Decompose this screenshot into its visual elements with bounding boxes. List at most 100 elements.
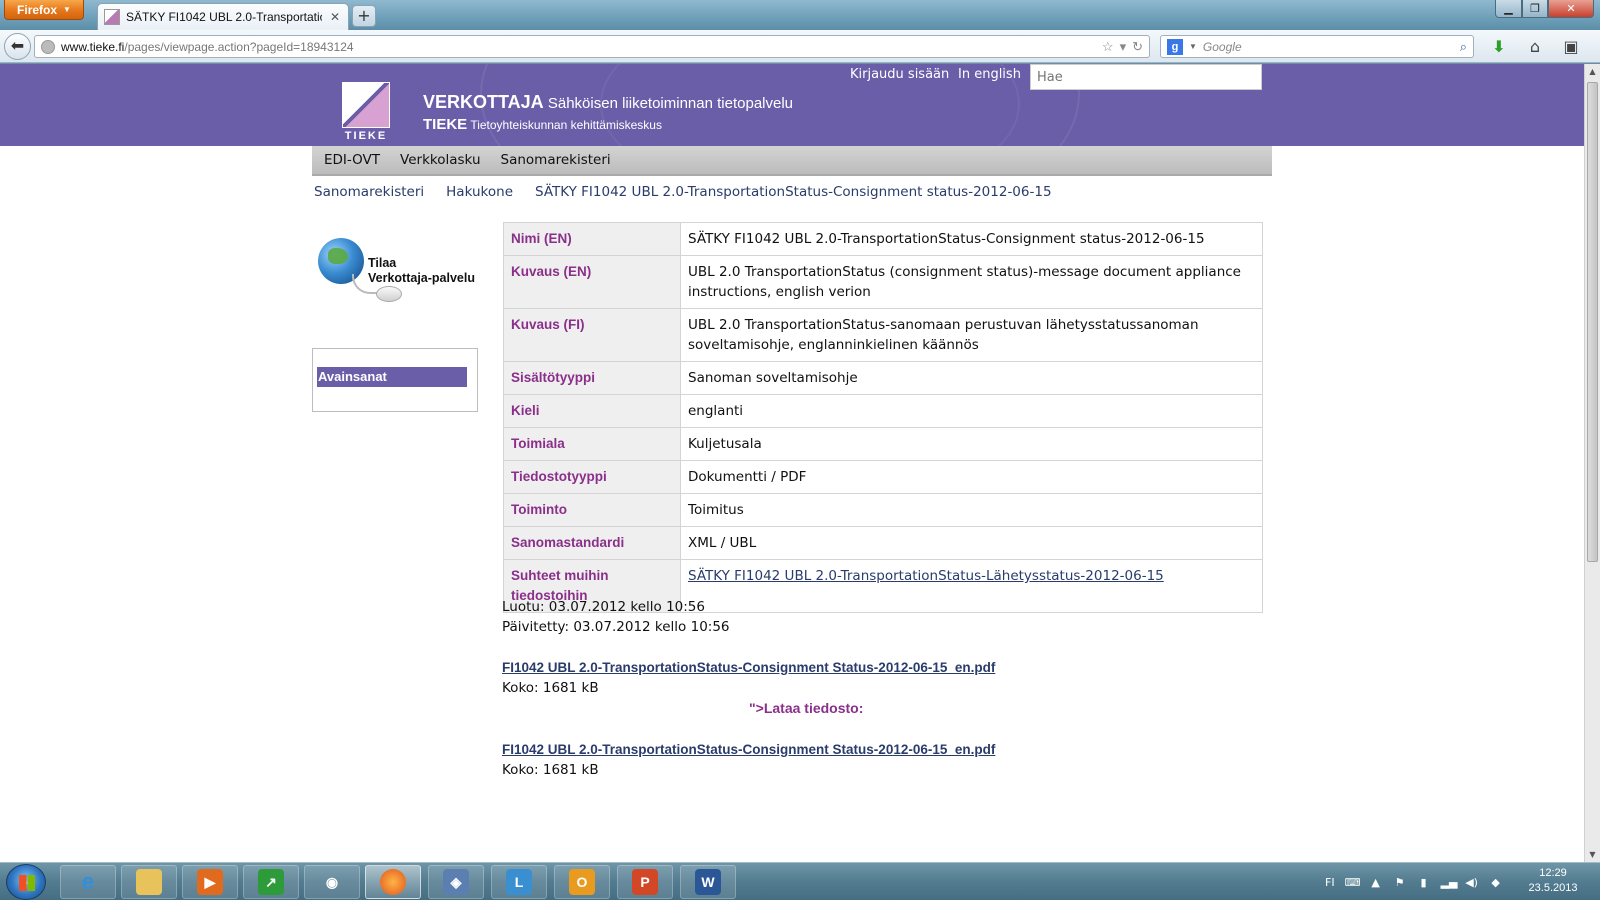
dates-block: Luotu: 03.07.2012 kello 10:56 Päivitetty…: [502, 597, 730, 637]
metadata-row: Kuvaus (EN) UBL 2.0 TransportationStatus …: [503, 255, 1263, 309]
google-engine-icon[interactable]: g: [1167, 38, 1183, 55]
keyboard-icon[interactable]: ⌨: [1345, 876, 1361, 889]
tieke-favicon-icon: [104, 9, 120, 25]
url-text[interactable]: www.tieke.fi/pages/viewpage.action?pageI…: [61, 40, 1096, 54]
taskbar-word-button[interactable]: W: [680, 865, 736, 899]
breadcrumb: Sanomarekisteri Hakukone SÄTKY FI1042 UB…: [314, 184, 1052, 200]
scroll-up-icon[interactable]: ▲: [1585, 64, 1600, 79]
taskbar-media-button[interactable]: ▶: [182, 865, 238, 899]
related-file-link[interactable]: SÄTKY FI1042 UBL 2.0-TransportationStatu…: [688, 568, 1164, 584]
metadata-value: XML / UBL: [680, 526, 1263, 560]
shield-icon: ◈: [443, 869, 469, 895]
bookmarks-icon[interactable]: ▣: [1560, 36, 1582, 58]
taskbar-lync-button[interactable]: L: [491, 865, 547, 899]
folder-icon: [136, 869, 162, 895]
breadcrumb-item[interactable]: Sanomarekisteri: [314, 184, 424, 200]
battery-icon[interactable]: ▮: [1417, 876, 1431, 889]
metadata-key: Tiedostotyyppi: [503, 460, 681, 494]
breadcrumb-item[interactable]: SÄTKY FI1042 UBL 2.0-TransportationStatu…: [535, 184, 1052, 200]
org-name: TIEKE: [423, 116, 468, 133]
volume-icon[interactable]: ◀): [1465, 876, 1479, 889]
language-link[interactable]: In english: [958, 67, 1021, 82]
file-size: Koko: 1681 kB: [502, 680, 599, 696]
chevron-down-icon: ▼: [63, 5, 71, 14]
metadata-value: englanti: [680, 394, 1263, 428]
promo-line: Tilaa: [368, 256, 397, 270]
url-dropdown-icon[interactable]: ▾: [1120, 39, 1127, 55]
metadata-row: Sanomastandardi XML / UBL: [503, 526, 1263, 560]
login-link[interactable]: Kirjaudu sisään: [850, 67, 949, 82]
windows-logo-icon: [19, 875, 35, 891]
windows-taskbar: e ▶ ↗ ◉ ◈ L O P W FI ⌨ ▲ ⚑ ▮ ▂▄ ◀) ◆ 12:…: [0, 862, 1600, 900]
back-button[interactable]: ⬅: [4, 33, 31, 60]
reload-icon[interactable]: ↻: [1132, 39, 1143, 55]
metadata-value: Kuljetusala: [680, 427, 1263, 461]
search-bar[interactable]: g ▼ Google ⌕: [1160, 35, 1474, 58]
taskbar-outlook-button[interactable]: O: [554, 865, 610, 899]
bookmark-star-icon[interactable]: ☆: [1102, 39, 1114, 55]
file-download-link[interactable]: FI1042 UBL 2.0-TransportationStatus-Cons…: [502, 660, 995, 675]
file-size: Koko: 1681 kB: [502, 762, 599, 778]
updated-date: Päivitetty: 03.07.2012 kello 10:56: [502, 619, 730, 635]
metadata-key: Nimi (EN): [503, 222, 681, 256]
breadcrumb-item[interactable]: Hakukone: [446, 184, 513, 200]
close-window-button[interactable]: ✕: [1548, 0, 1594, 18]
page-viewport: TIEKE VERKOTTAJA Sähköisen liiketoiminna…: [0, 64, 1584, 862]
menu-item-edi-ovt[interactable]: EDI-OVT: [324, 152, 380, 168]
file-download-link[interactable]: FI1042 UBL 2.0-TransportationStatus-Cons…: [502, 742, 995, 757]
outlook-icon: O: [569, 869, 595, 895]
dropbox-icon[interactable]: ◆: [1489, 876, 1503, 889]
search-input[interactable]: Google: [1203, 40, 1454, 54]
scroll-down-icon[interactable]: ▼: [1585, 847, 1600, 862]
scrollbar-thumb[interactable]: [1587, 82, 1598, 562]
keywords-title: Avainsanat: [317, 367, 467, 387]
show-hidden-icons-icon[interactable]: ▲: [1369, 876, 1383, 889]
subscribe-promo[interactable]: Tilaa Verkottaja-palvelu: [314, 234, 484, 306]
site-search-input[interactable]: [1030, 64, 1262, 90]
downloads-icon[interactable]: ⬇: [1488, 36, 1510, 58]
logo-text: TIEKE: [344, 130, 388, 142]
menu-item-verkkolasku[interactable]: Verkkolasku: [400, 152, 480, 168]
taskbar-ie-button[interactable]: e: [60, 865, 116, 899]
lync-icon: L: [506, 869, 532, 895]
signal-icon[interactable]: ▂▄: [1441, 876, 1458, 889]
firefox-menu-button[interactable]: Firefox ▼: [4, 0, 84, 20]
taskbar-security-button[interactable]: ◈: [428, 865, 484, 899]
close-tab-icon[interactable]: ✕: [328, 10, 342, 24]
metadata-row: Nimi (EN) SÄTKY FI1042 UBL 2.0-Transporta…: [503, 222, 1263, 256]
tieke-logo[interactable]: TIEKE: [340, 82, 392, 142]
metadata-row: Kuvaus (FI) UBL 2.0 TransportationStatus-…: [503, 308, 1263, 362]
org-title: TIEKE Tietoyhteiskunnan kehittämiskeskus: [423, 116, 662, 133]
action-center-flag-icon[interactable]: ⚑: [1393, 876, 1407, 889]
chart-icon: ↗: [258, 869, 284, 895]
firefox-menu-label: Firefox: [17, 2, 58, 17]
metadata-value: UBL 2.0 TransportationStatus (consignmen…: [680, 255, 1263, 309]
metadata-value: Toimitus: [680, 493, 1263, 527]
metadata-row: Tiedostotyyppi Dokumentti / PDF: [503, 460, 1263, 494]
start-button[interactable]: [6, 864, 46, 900]
metadata-value: SÄTKY FI1042 UBL 2.0-TransportationStatu…: [680, 222, 1263, 256]
taskbar-network-button[interactable]: ◉: [304, 865, 360, 899]
metadata-row: Toimiala Kuljetusala: [503, 427, 1263, 461]
maximize-window-button[interactable]: ❐: [1522, 0, 1548, 18]
chevron-down-icon[interactable]: ▼: [1189, 42, 1197, 51]
taskbar-explorer-button[interactable]: [121, 865, 177, 899]
promo-text: Tilaa Verkottaja-palvelu: [368, 256, 475, 286]
input-language[interactable]: FI: [1325, 876, 1335, 889]
new-tab-button[interactable]: +: [352, 5, 376, 27]
site-identity-icon[interactable]: [41, 39, 55, 54]
taskbar-powerpoint-button[interactable]: P: [617, 865, 673, 899]
menu-item-sanomarekisteri[interactable]: Sanomarekisteri: [501, 152, 611, 168]
taskbar-clock[interactable]: 12:29 23.5.2013: [1518, 866, 1588, 896]
taskbar-stocks-button[interactable]: ↗: [243, 865, 299, 899]
minimize-window-button[interactable]: ▁: [1495, 0, 1522, 18]
tab-active[interactable]: SÄTKY FI1042 UBL 2.0-TransportationSta..…: [97, 3, 349, 30]
home-icon[interactable]: ⌂: [1524, 36, 1546, 58]
search-icon[interactable]: ⌕: [1460, 39, 1467, 55]
wifi-icon: ◉: [325, 873, 339, 890]
vertical-scrollbar[interactable]: ▲ ▼: [1584, 64, 1600, 862]
taskbar-firefox-button[interactable]: [365, 865, 421, 899]
logo-graphic: [342, 82, 390, 128]
url-bar[interactable]: www.tieke.fi/pages/viewpage.action?pageI…: [34, 35, 1150, 58]
main-menu: EDI-OVT Verkkolasku Sanomarekisteri: [312, 146, 1272, 176]
